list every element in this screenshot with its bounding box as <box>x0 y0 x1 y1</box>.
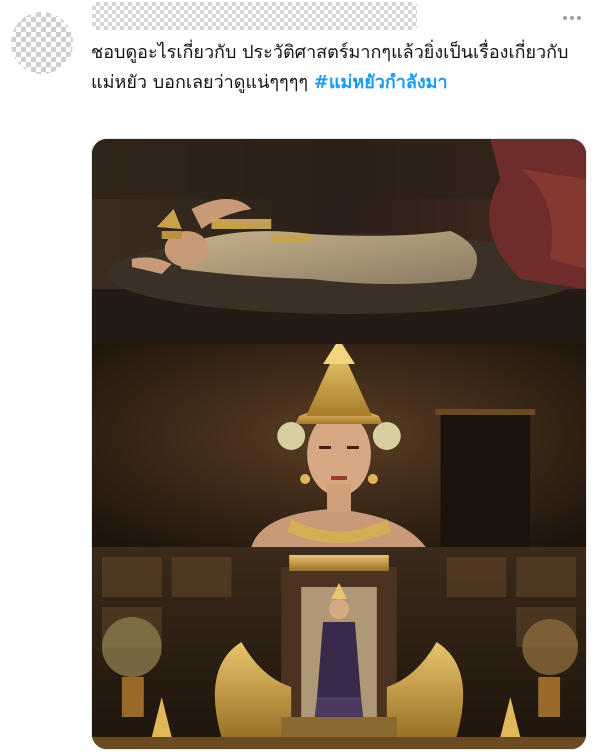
media-frame-crowned-dancer-portrait[interactable] <box>92 344 586 547</box>
more-options-button[interactable] <box>556 8 588 28</box>
more-horizontal-icon <box>563 16 567 20</box>
hashtag-link[interactable]: #แม่หยัวกำลังมา <box>314 72 448 93</box>
media-frame-temple-scene[interactable] <box>92 547 586 749</box>
avatar[interactable] <box>11 12 73 74</box>
tweet-media[interactable] <box>91 138 587 750</box>
tweet-text: ชอบดูอะไรเกี่ยวกับ ประวัติศาสตร์มากๆแล้ว… <box>91 38 586 98</box>
author-name-redacted[interactable] <box>92 2 417 30</box>
media-frame-reclining-dancer[interactable] <box>92 139 586 344</box>
